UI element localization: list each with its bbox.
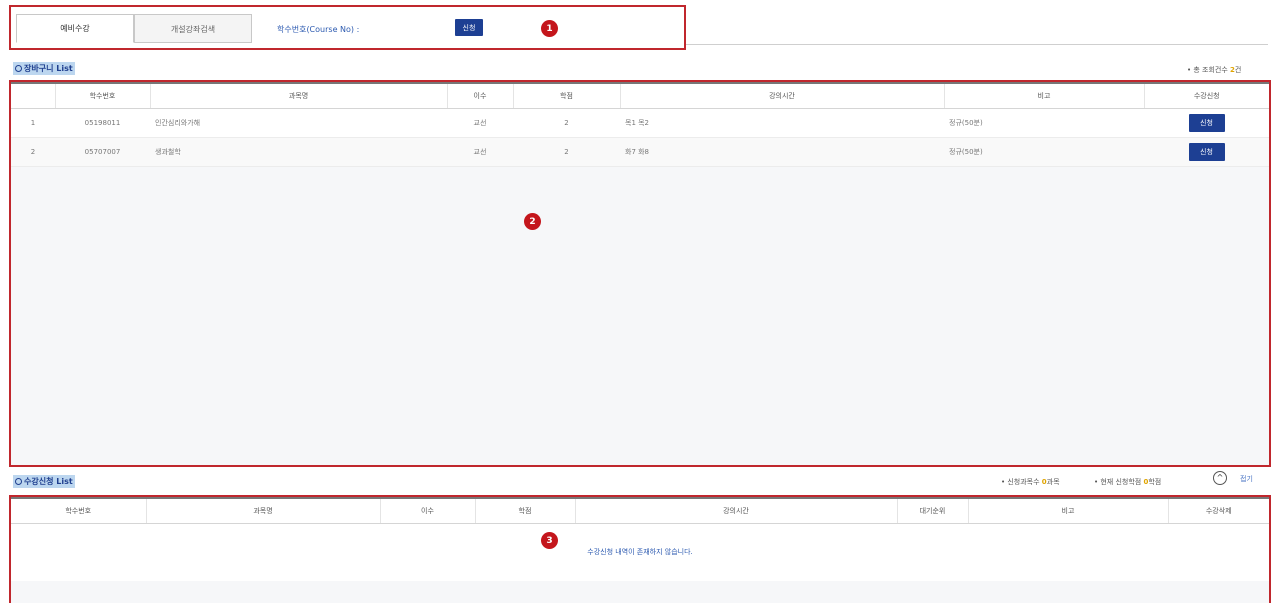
- table-row: 2 05707007 생과철학 교선 2 화7 화8 정규(50분) 신청: [11, 137, 1269, 167]
- col-type: 이수: [379, 497, 475, 524]
- row-index: 2: [11, 137, 55, 167]
- row-apply-button[interactable]: 신청: [1188, 113, 1225, 132]
- row-type: 교선: [447, 137, 513, 167]
- table-row: 1 05198011 인간심리와가해 교선 2 목1 목2 정규(50분) 신청: [11, 108, 1269, 138]
- circle-bullet-icon: [15, 478, 22, 485]
- application-table-container: 학수번호 과목명 이수 학점 강의시간 대기순위 비고 수강삭제 수강신청 내역…: [9, 495, 1271, 603]
- top-divider: [686, 44, 1268, 45]
- tab-course-search[interactable]: 개설강좌검색: [134, 14, 252, 43]
- application-table: 학수번호 과목명 이수 학점 강의시간 대기순위 비고 수강삭제: [11, 497, 1269, 524]
- application-title-text: 수강신청 List: [24, 477, 73, 486]
- col-course-name: 과목명: [149, 82, 447, 109]
- empty-filler: [11, 580, 1269, 603]
- total-count-unit: 건: [1234, 66, 1242, 74]
- tab-pre-registration[interactable]: 예비수강: [16, 14, 134, 43]
- row-type: 교선: [447, 108, 513, 138]
- applied-credit-count: • 현재 신청학점 0학점: [1094, 477, 1161, 487]
- row-time: 화7 화8: [620, 137, 944, 167]
- col-type: 이수: [446, 82, 513, 109]
- row-note: 정규(50분): [944, 108, 1144, 138]
- col-time: 강의시간: [619, 82, 944, 109]
- chevron-up-icon[interactable]: ^: [1213, 471, 1227, 485]
- col-note: 비고: [943, 82, 1144, 109]
- marker-3: 3: [541, 532, 558, 549]
- cart-table-container: 학수번호 과목명 이수 학점 강의시간 비고 수강신청 1 05198011 인…: [9, 80, 1271, 467]
- tab-divider: [134, 42, 252, 43]
- col-waitlist: 대기순위: [896, 497, 968, 524]
- applied-credit-label: • 현재 신청학점: [1094, 478, 1142, 486]
- row-apply-cell: 신청: [1144, 137, 1269, 167]
- row-course-no: 05198011: [55, 108, 150, 138]
- col-note: 비고: [967, 497, 1168, 524]
- marker-2: 2: [524, 213, 541, 230]
- marker-1: 1: [541, 20, 558, 37]
- cart-title-text: 장바구니 List: [24, 64, 73, 73]
- total-count: • 총 조회건수 2건: [1187, 65, 1241, 75]
- cart-table-header: 학수번호 과목명 이수 학점 강의시간 비고 수강신청: [11, 82, 1269, 109]
- col-delete: 수강삭제: [1167, 497, 1269, 524]
- row-note: 정규(50분): [944, 137, 1144, 167]
- col-index: [11, 82, 55, 109]
- total-count-label: • 총 조회건수: [1187, 66, 1228, 74]
- row-course-name: 인간심리와가해: [150, 108, 447, 138]
- col-course-no: 학수번호: [11, 497, 146, 524]
- search-panel: 예비수강 개설강좌검색 학수번호(Course No) : 신청: [9, 5, 686, 50]
- row-credit: 2: [513, 108, 620, 138]
- row-apply-cell: 신청: [1144, 108, 1269, 138]
- cart-section-title: 장바구니 List: [13, 62, 75, 75]
- row-apply-button[interactable]: 신청: [1188, 142, 1225, 161]
- applied-count-unit: 과목: [1046, 478, 1060, 486]
- cart-table: 학수번호 과목명 이수 학점 강의시간 비고 수강신청 1 05198011 인…: [11, 82, 1269, 167]
- applied-credit-unit: 학점: [1148, 478, 1162, 486]
- applied-count-label: • 신청과목수: [1001, 478, 1040, 486]
- row-course-no: 05707007: [55, 137, 150, 167]
- row-index: 1: [11, 108, 55, 138]
- col-course-no: 학수번호: [54, 82, 150, 109]
- row-credit: 2: [513, 137, 620, 167]
- collapse-link[interactable]: 접기: [1240, 474, 1253, 484]
- col-apply: 수강신청: [1143, 82, 1269, 109]
- apply-button[interactable]: 신청: [455, 19, 483, 36]
- applied-course-count: • 신청과목수 0과목: [1001, 477, 1060, 487]
- circle-bullet-icon: [15, 65, 22, 72]
- col-credit: 학점: [474, 497, 575, 524]
- empty-message: 수강신청 내역이 존재하지 않습니다.: [11, 523, 1269, 581]
- application-section-title: 수강신청 List: [13, 475, 75, 488]
- col-course-name: 과목명: [145, 497, 380, 524]
- col-credit: 학점: [512, 82, 620, 109]
- row-time: 목1 목2: [620, 108, 944, 138]
- row-course-name: 생과철학: [150, 137, 447, 167]
- course-no-label: 학수번호(Course No) :: [277, 25, 360, 34]
- col-time: 강의시간: [574, 497, 897, 524]
- application-table-header: 학수번호 과목명 이수 학점 강의시간 대기순위 비고 수강삭제: [11, 497, 1269, 524]
